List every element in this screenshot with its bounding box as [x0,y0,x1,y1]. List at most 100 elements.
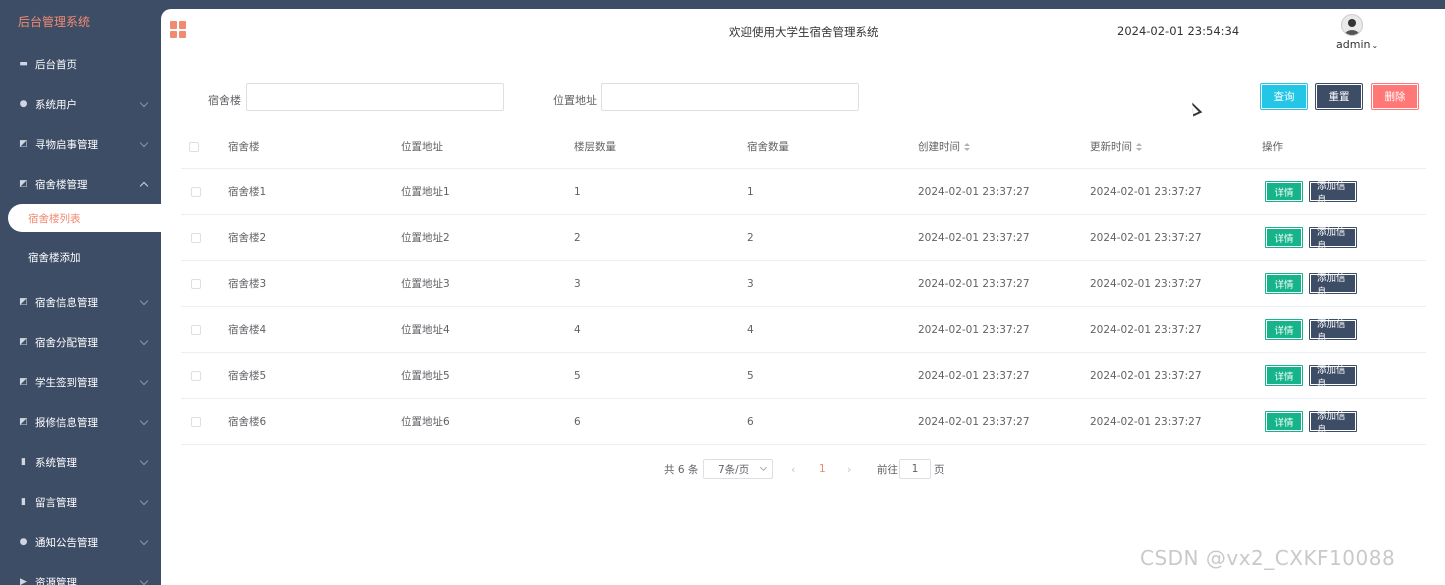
row-checkbox[interactable] [191,278,201,289]
cell-actions: 详情 添加信息 [1265,307,1357,352]
row-checkbox[interactable] [191,186,201,197]
sort-icon[interactable] [964,142,970,151]
add-info-button[interactable]: 添加信息 [1309,227,1357,252]
next-page-button[interactable]: › [847,459,851,479]
cell-updated: 2024-02-01 23:37:27 [1090,307,1202,352]
sidebar-item-10[interactable]: ● 通知公告管理 [0,522,161,562]
cell-building-text: 宿舍楼1 [228,186,267,198]
prev-page-button[interactable]: ‹ [791,459,795,479]
page-size-select[interactable]: 7条/页 [703,459,773,479]
cell-created-text: 2024-02-01 23:37:27 [918,231,1030,244]
add-info-button[interactable]: 添加信息 [1309,411,1357,436]
sidebar-item-4[interactable]: ◩ 宿舍信息管理 [0,282,161,322]
select-all-checkbox-cell [189,125,199,168]
sidebar-item-6[interactable]: ◩ 学生签到管理 [0,362,161,402]
sidebar-item-2[interactable]: ◩ 寻物启事管理 [0,124,161,164]
cell-updated: 2024-02-01 23:37:27 [1090,353,1202,398]
cell-building: 宿舍楼6 [228,399,266,444]
row-checkbox[interactable] [191,416,201,427]
sidebar-item-0[interactable]: ▬ 后台首页 [0,44,161,84]
add-info-button[interactable]: 添加信息 [1309,273,1357,298]
chart-icon: ◩ [19,179,28,189]
cell-rooms: 4 [747,307,754,352]
cell-floors: 4 [574,307,581,352]
sidebar-item-3[interactable]: ◩ 宿舍楼管理 [0,164,161,204]
cell-address-text: 位置地址5 [401,370,450,382]
add-info-button[interactable]: 添加信息 [1309,319,1357,344]
sidebar-item-9[interactable]: ▮ 留言管理 [0,482,161,522]
cell-actions: 详情 添加信息 [1265,399,1357,444]
column-header-6: 操作 [1262,125,1283,168]
reset-button[interactable]: 重置 [1315,83,1363,110]
add-info-button[interactable]: 添加信息 [1309,181,1357,206]
cell-rooms-text: 3 [747,277,754,290]
detail-button[interactable]: 详情 [1265,365,1303,386]
username-label: admin [1336,38,1371,51]
cell-building-text: 宿舍楼6 [228,416,267,428]
sidebar-item-11[interactable]: ▶ 资源管理 [0,562,161,585]
user-icon: ● [19,99,28,109]
cell-floors-text: 3 [574,277,581,290]
row-checkbox-cell [191,215,201,260]
cell-rooms-text: 2 [747,231,754,244]
detail-button[interactable]: 详情 [1265,181,1303,202]
page-size-value: 7条/页 [718,463,750,476]
row-checkbox[interactable] [191,232,201,243]
chevron-down-icon [759,463,768,472]
column-header-3-text: 宿舍数量 [747,141,789,153]
building-table: 宿舍楼 位置地址 楼层数量 宿舍数量 创建时间 更新时间 操作 宿舍楼1 位置地址1 1 1 2024… [181,125,1426,445]
sort-icon[interactable] [1136,142,1142,151]
cell-building-text: 宿舍楼4 [228,324,267,336]
delete-button[interactable]: 删除 [1371,83,1419,110]
cell-created: 2024-02-01 23:37:27 [918,261,1030,306]
cell-created: 2024-02-01 23:37:27 [918,169,1030,214]
detail-button[interactable]: 详情 [1265,227,1303,248]
cell-actions: 详情 添加信息 [1265,261,1357,306]
chevron-down-icon [139,536,149,545]
table-row: 宿舍楼6 位置地址6 6 6 2024-02-01 23:37:27 2024-02-01… [181,399,1426,445]
user-menu[interactable]: admin⌄ [1336,38,1378,51]
cell-rooms-text: 4 [747,323,754,336]
sidebar-item-label: 学生签到管理 [35,376,98,389]
sidebar-item-5[interactable]: ◩ 宿舍分配管理 [0,322,161,362]
detail-button[interactable]: 详情 [1265,411,1303,432]
sidebar-item-7[interactable]: ◩ 报修信息管理 [0,402,161,442]
pagination-total: 共 6 条 [664,463,699,476]
column-header-5: 更新时间 [1090,125,1142,168]
add-info-button[interactable]: 添加信息 [1309,365,1357,390]
cell-rooms-text: 6 [747,415,754,428]
cell-created-text: 2024-02-01 23:37:27 [918,369,1030,382]
detail-button[interactable]: 详情 [1265,319,1303,340]
avatar[interactable] [1341,14,1363,36]
cell-floors-text: 1 [574,185,581,198]
column-header-6-text: 操作 [1262,141,1283,153]
select-all-checkbox[interactable] [189,141,199,152]
goto-label: 前往 [877,463,898,476]
top-bar: 欢迎使用大学生宿舍管理系统 2024-02-01 23:54:34 admin⌄ [161,9,1445,54]
building-input[interactable] [246,83,504,111]
cell-updated-text: 2024-02-01 23:37:27 [1090,231,1202,244]
cell-building: 宿舍楼4 [228,307,266,352]
cell-floors: 5 [574,353,581,398]
menu-toggle-icon[interactable] [170,21,187,38]
submenu-item-1[interactable]: 宿舍楼添加 [0,232,161,282]
query-button[interactable]: 查询 [1260,83,1308,110]
column-header-2: 楼层数量 [574,125,616,168]
chart-icon: ◩ [19,417,28,427]
avatar-face-icon [1348,19,1356,27]
goto-page-input[interactable]: 1 [899,459,931,479]
table-row: 宿舍楼4 位置地址4 4 4 2024-02-01 23:37:27 2024-02-01… [181,307,1426,353]
cell-address: 位置地址3 [401,261,450,306]
cell-address-text: 位置地址3 [401,278,450,290]
sidebar-item-1[interactable]: ● 系统用户 [0,84,161,124]
detail-button[interactable]: 详情 [1265,273,1303,294]
cell-building-text: 宿舍楼3 [228,278,267,290]
page-number-1[interactable]: 1 [819,459,826,479]
submenu-item-0[interactable]: 宿舍楼列表 [8,204,161,232]
row-checkbox[interactable] [191,370,201,381]
cell-rooms-text: 1 [747,185,754,198]
address-input[interactable] [601,83,859,111]
sidebar-item-8[interactable]: ▮ 系统管理 [0,442,161,482]
chart-icon: ◩ [19,377,28,387]
row-checkbox[interactable] [191,324,201,335]
